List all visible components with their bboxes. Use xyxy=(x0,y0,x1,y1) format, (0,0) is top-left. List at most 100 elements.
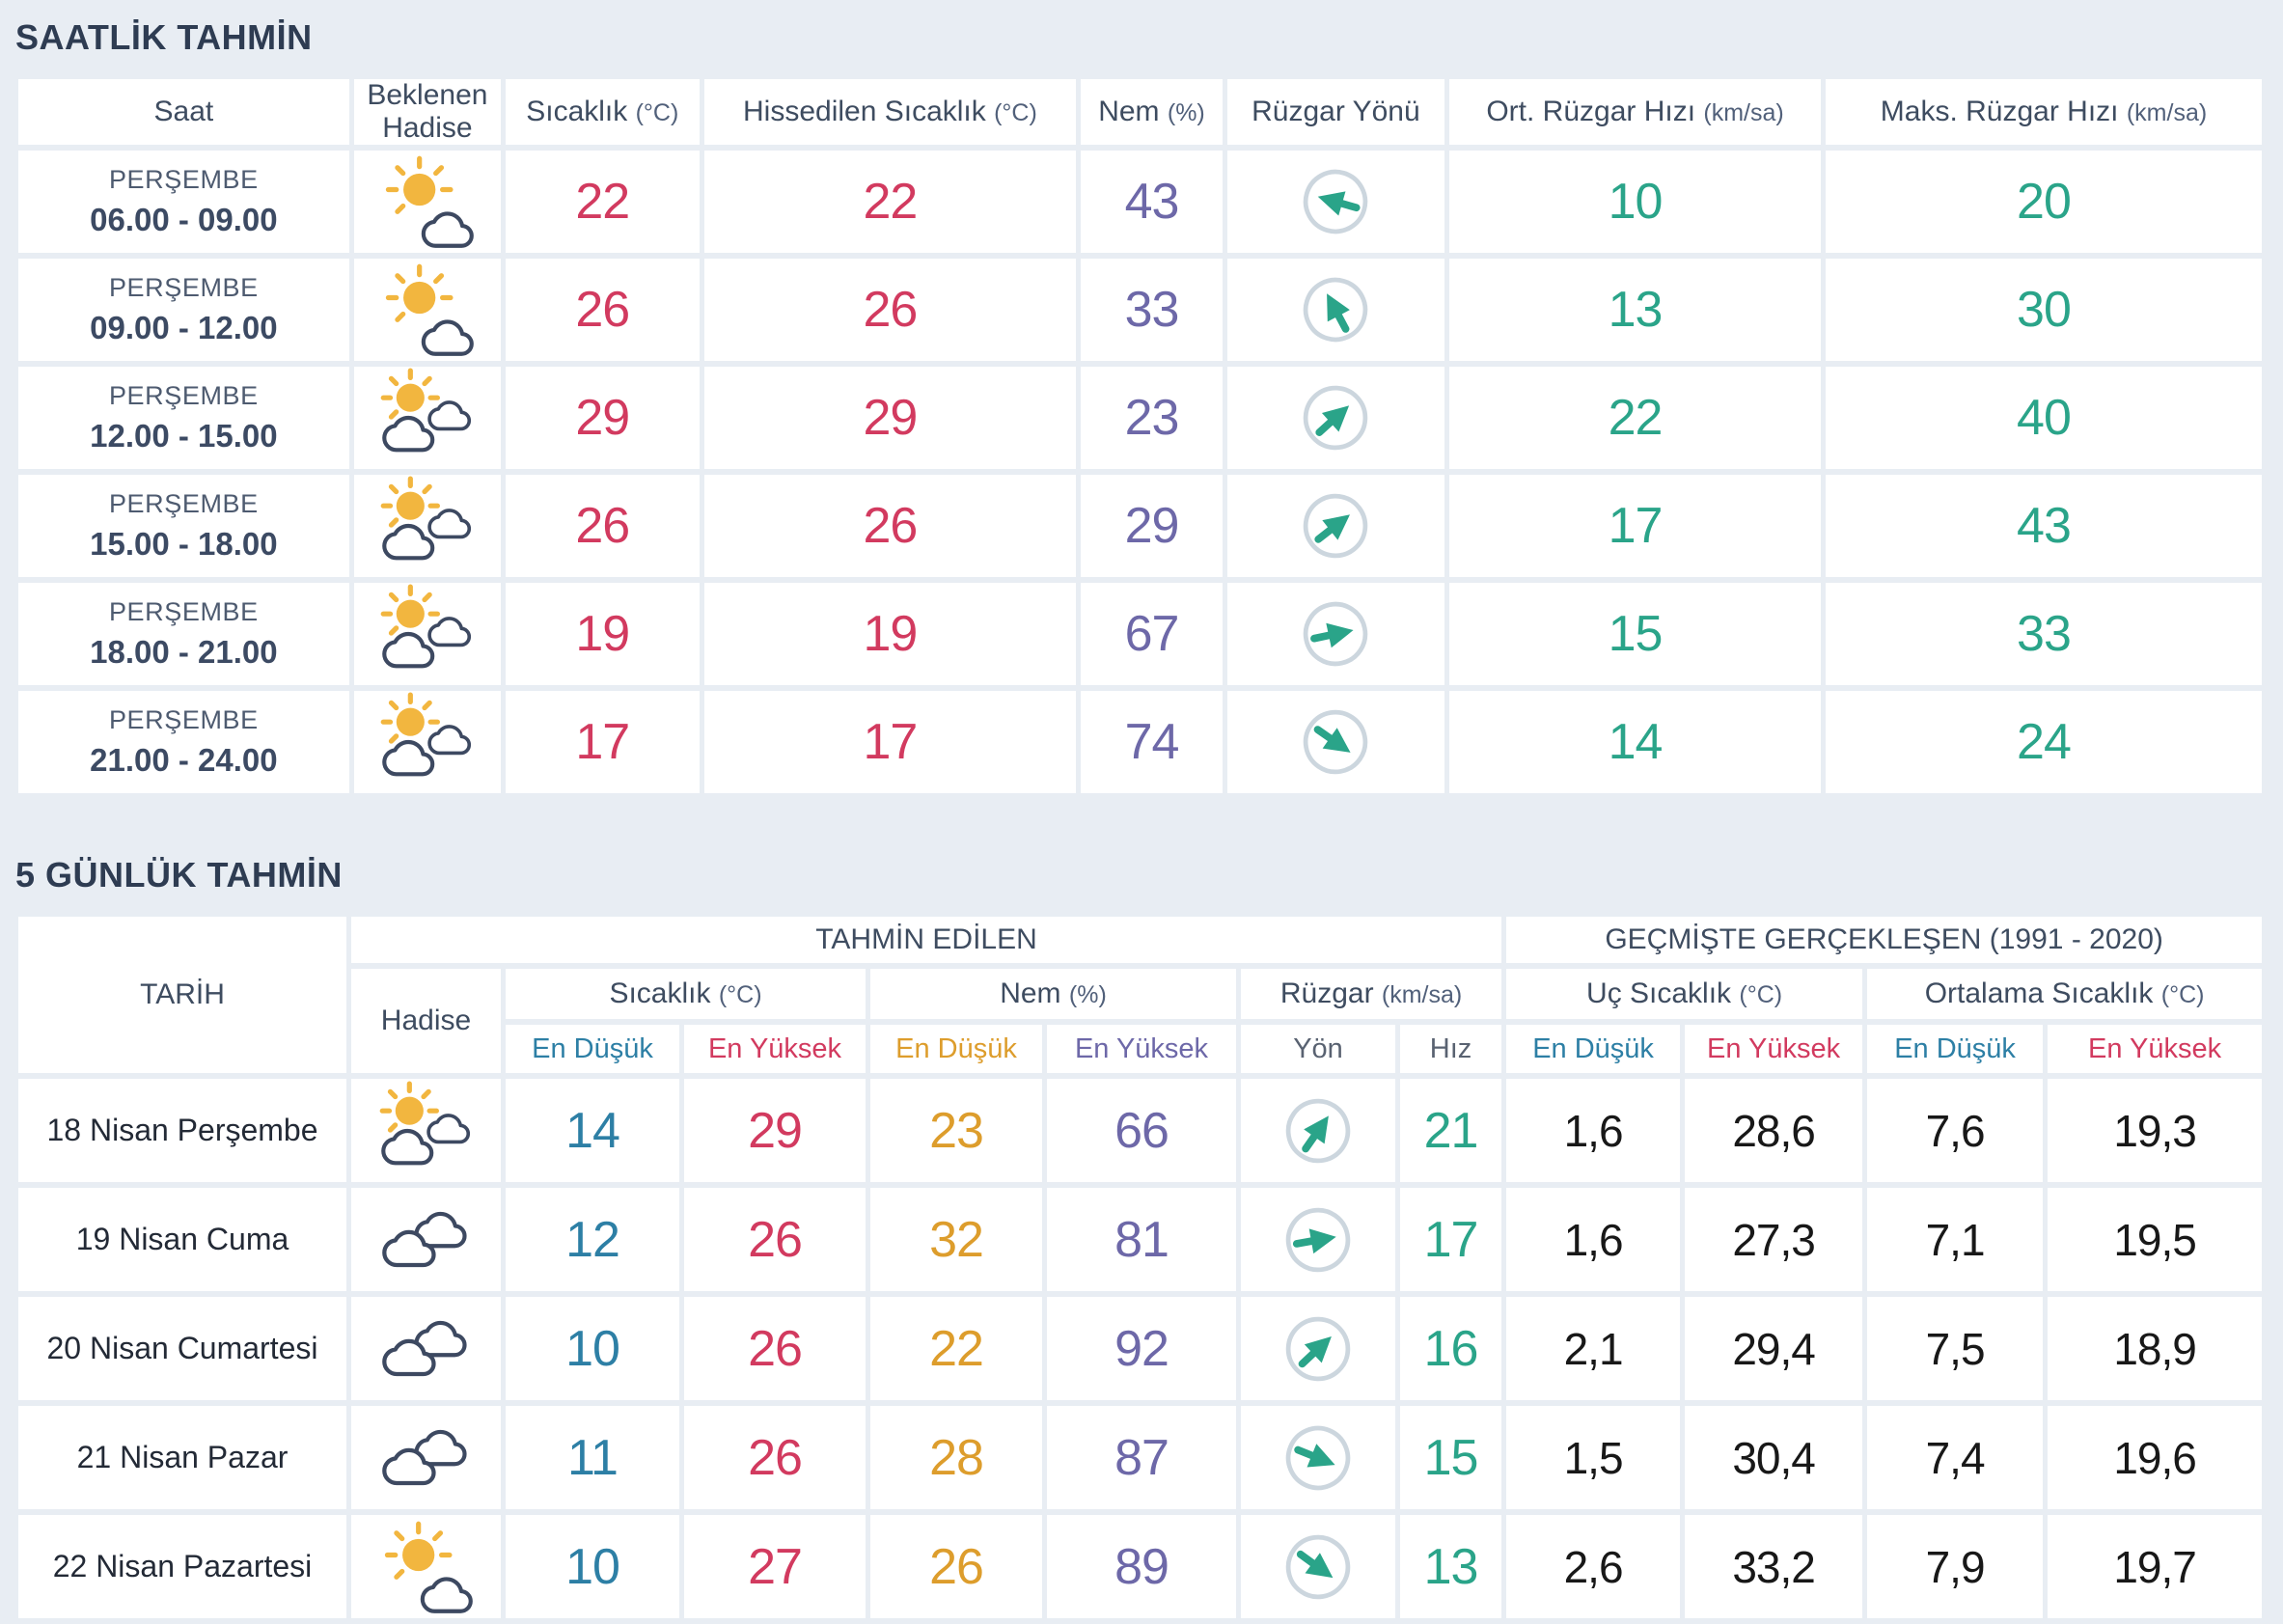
time-slot-cell: PERŞEMBE 21.00 - 24.00 xyxy=(18,691,349,793)
day-label: PERŞEMBE xyxy=(108,273,259,302)
temperature-value: 19 xyxy=(506,583,700,685)
avg-min-temp-value: 7,4 xyxy=(1867,1406,2044,1509)
humidity-value: 43 xyxy=(1081,151,1223,253)
wind-direction-arrow-icon xyxy=(1267,1515,1369,1617)
col-header-hadise: Hadise xyxy=(351,969,501,1073)
wind-speed-value: 13 xyxy=(1400,1515,1502,1618)
record-min-temp-value: 1,6 xyxy=(1506,1079,1681,1182)
avg-wind-speed-value: 17 xyxy=(1449,475,1821,577)
max-temp-value: 29 xyxy=(684,1079,866,1182)
max-temp-value: 26 xyxy=(684,1188,866,1291)
record-min-temp-value: 1,6 xyxy=(1506,1188,1681,1291)
avg-wind-speed-value: 10 xyxy=(1449,151,1821,253)
sun-clouds-icon xyxy=(377,692,478,792)
daily-row: 21 Nisan Pazar 11 26 28 87 15 1,5 30,4 7… xyxy=(18,1406,2263,1509)
sub-header-temp-high: En Yüksek xyxy=(684,1025,866,1073)
sun-clouds-icon xyxy=(376,1081,477,1181)
time-slot-cell: PERŞEMBE 09.00 - 12.00 xyxy=(18,259,349,361)
record-max-temp-value: 28,6 xyxy=(1685,1079,1863,1182)
temperature-value: 26 xyxy=(506,259,700,361)
clouds-icon xyxy=(376,1299,477,1399)
sub-header-avg-high: En Yüksek xyxy=(2048,1025,2263,1073)
record-max-temp-value: 33,2 xyxy=(1685,1515,1863,1618)
min-humidity-value: 22 xyxy=(870,1297,1042,1400)
humidity-value: 74 xyxy=(1081,691,1223,793)
temperature-value: 26 xyxy=(506,475,700,577)
time-slot-cell: PERŞEMBE 06.00 - 09.00 xyxy=(18,151,349,253)
max-temp-value: 26 xyxy=(684,1406,866,1509)
date-label: 18 Nisan Perşembe xyxy=(18,1079,346,1182)
feels-like-value: 19 xyxy=(703,583,1077,685)
col-header-nem: Nem (%) xyxy=(870,969,1236,1019)
wind-speed-value: 15 xyxy=(1400,1406,1502,1509)
col-header-ort-ruzgar: Ort. Rüzgar Hızı (km/sa) xyxy=(1449,79,1821,145)
day-label: PERŞEMBE xyxy=(108,381,259,410)
sub-header-wind-direction: Yön xyxy=(1241,1025,1395,1073)
hourly-header-row: Saat Beklenen Hadise Sıcaklık (°C) Hisse… xyxy=(18,79,2262,145)
date-label: 21 Nisan Pazar xyxy=(18,1406,346,1509)
hourly-forecast-title: SAATLİK TAHMİN xyxy=(15,17,313,57)
wind-speed-value: 17 xyxy=(1400,1188,1502,1291)
col-header-saat: Saat xyxy=(18,79,349,145)
date-label: 20 Nisan Cumartesi xyxy=(18,1297,346,1400)
col-header-nem: Nem (%) xyxy=(1081,79,1223,145)
daily-header-category-row: Hadise Sıcaklık (°C) Nem (%) Rüzgar (km/… xyxy=(18,969,2263,1073)
max-humidity-value: 66 xyxy=(1047,1079,1236,1182)
wind-direction-arrow-icon xyxy=(1292,591,1379,677)
humidity-value: 23 xyxy=(1081,367,1223,469)
record-min-temp-value: 2,1 xyxy=(1506,1297,1681,1400)
day-label: PERŞEMBE xyxy=(108,705,259,734)
daily-row: 22 Nisan Pazartesi 10 27 26 89 13 2,6 33… xyxy=(18,1515,2263,1618)
feels-like-value: 29 xyxy=(703,367,1077,469)
avg-min-temp-value: 7,9 xyxy=(1867,1515,2044,1618)
hourly-row: PERŞEMBE 12.00 - 15.00 29 29 23 22 40 xyxy=(18,367,2262,469)
max-humidity-value: 81 xyxy=(1047,1188,1236,1291)
hourly-row: PERŞEMBE 15.00 - 18.00 26 26 29 17 43 xyxy=(18,475,2262,577)
humidity-value: 33 xyxy=(1081,259,1223,361)
feels-like-value: 17 xyxy=(703,691,1077,793)
day-label: PERŞEMBE xyxy=(108,597,259,626)
col-header-sicaklik: Sıcaklık (°C) xyxy=(506,969,866,1019)
max-humidity-value: 87 xyxy=(1047,1406,1236,1509)
avg-wind-speed-value: 15 xyxy=(1449,583,1821,685)
wind-direction-arrow-icon xyxy=(1284,691,1387,793)
min-humidity-value: 28 xyxy=(870,1406,1042,1509)
hourly-row: PERŞEMBE 06.00 - 09.00 22 22 43 10 20 xyxy=(18,151,2262,253)
wind-direction-arrow-icon xyxy=(1271,1410,1366,1505)
sun-small-cloud-icon xyxy=(377,260,478,360)
day-label: PERŞEMBE xyxy=(108,489,259,518)
humidity-value: 67 xyxy=(1081,583,1223,685)
record-min-temp-value: 2,6 xyxy=(1506,1515,1681,1618)
sun-small-cloud-icon xyxy=(376,1517,477,1617)
min-temp-value: 12 xyxy=(506,1188,679,1291)
time-slot-cell: PERŞEMBE 15.00 - 18.00 xyxy=(18,475,349,577)
record-max-temp-value: 29,4 xyxy=(1685,1297,1863,1400)
feels-like-value: 22 xyxy=(703,151,1077,253)
col-header-ortalama-sicaklik: Ortalama Sıcaklık (°C) xyxy=(1867,969,2263,1019)
time-range: 18.00 - 21.00 xyxy=(90,634,278,670)
avg-max-temp-value: 19,7 xyxy=(2048,1515,2263,1618)
daily-row: 18 Nisan Perşembe 14 29 23 66 21 1,6 28,… xyxy=(18,1079,2263,1182)
hourly-forecast-table: Saat Beklenen Hadise Sıcaklık (°C) Hisse… xyxy=(14,73,2267,799)
avg-wind-speed-value: 14 xyxy=(1449,691,1821,793)
col-header-hissedilen: Hissedilen Sıcaklık (°C) xyxy=(703,79,1077,145)
col-header-ruzgar: Rüzgar (km/sa) xyxy=(1241,969,1502,1019)
min-temp-value: 10 xyxy=(506,1515,679,1618)
sub-header-avg-low: En Düşük xyxy=(1867,1025,2044,1073)
wind-direction-arrow-icon xyxy=(1284,367,1388,469)
sun-small-cloud-icon xyxy=(377,151,478,252)
daily-forecast-title: 5 GÜNLÜK TAHMİN xyxy=(15,855,343,895)
min-temp-value: 14 xyxy=(506,1079,679,1182)
avg-wind-speed-value: 13 xyxy=(1449,259,1821,361)
record-min-temp-value: 1,5 xyxy=(1506,1406,1681,1509)
sub-header-wind-speed: Hız xyxy=(1400,1025,1502,1073)
wind-speed-value: 21 xyxy=(1400,1079,1502,1182)
record-max-temp-value: 27,3 xyxy=(1685,1188,1863,1291)
time-slot-cell: PERŞEMBE 12.00 - 15.00 xyxy=(18,367,349,469)
col-header-beklenen-hadise: Beklenen Hadise xyxy=(353,79,502,145)
max-wind-speed-value: 40 xyxy=(1825,367,2262,469)
avg-max-temp-value: 19,6 xyxy=(2048,1406,2263,1509)
sub-header-hum-low: En Düşük xyxy=(870,1025,1042,1073)
feels-like-value: 26 xyxy=(703,475,1077,577)
max-wind-speed-value: 33 xyxy=(1825,583,2262,685)
